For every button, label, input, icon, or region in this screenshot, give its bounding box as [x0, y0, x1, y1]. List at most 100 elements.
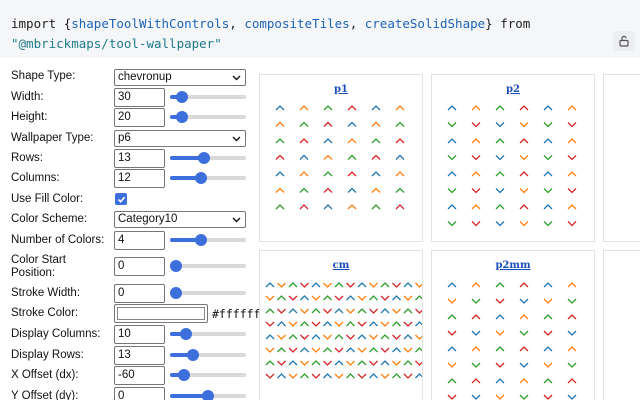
columns-input[interactable]: 12: [114, 169, 165, 188]
columns-slider[interactable]: [170, 172, 246, 184]
chevron-up-icon: [471, 138, 481, 144]
chevron-up-icon: [495, 314, 505, 320]
y-offset-slider[interactable]: [170, 390, 246, 400]
tile-title[interactable]: p1: [260, 84, 422, 95]
color-start-input[interactable]: 0: [114, 257, 165, 276]
chevron-up-icon: [395, 171, 405, 177]
chevron-up-icon: [346, 295, 355, 301]
y-offset-input[interactable]: 0: [114, 387, 165, 400]
chevron-up-icon: [415, 360, 422, 366]
chevron-up-icon: [519, 282, 529, 288]
chevron-up-icon: [495, 346, 505, 352]
shape-type-select[interactable]: chevronup: [114, 69, 246, 86]
chevron-up-icon: [567, 314, 577, 320]
width-input[interactable]: 30: [114, 88, 165, 107]
display-columns-slider[interactable]: [170, 328, 246, 340]
display-columns-input[interactable]: 10: [114, 325, 165, 344]
slider-thumb[interactable]: [178, 369, 191, 381]
slider-thumb[interactable]: [180, 328, 193, 340]
number-of-colors-input[interactable]: 4: [114, 231, 165, 250]
chevron-up-icon: [346, 360, 355, 366]
chevron-up-icon: [311, 373, 321, 379]
wallpaper-type-select[interactable]: p6: [114, 130, 246, 147]
use-fill-color-checkbox[interactable]: [115, 193, 127, 205]
chevron-up-icon: [567, 394, 577, 400]
slider-thumb[interactable]: [197, 152, 210, 164]
chevron-up-icon: [357, 308, 367, 314]
color-scheme-select[interactable]: Category10: [114, 211, 246, 228]
chevron-up-icon: [265, 360, 275, 366]
chevron-up-icon: [357, 373, 367, 379]
height-input[interactable]: 20: [114, 108, 165, 127]
slider-thumb[interactable]: [170, 260, 182, 272]
chevron-up-icon: [323, 204, 333, 210]
chevron-up-icon: [495, 362, 505, 368]
stroke-width-input[interactable]: 0: [114, 284, 165, 303]
import-name: compositeTiles: [244, 16, 350, 31]
chevron-up-icon: [543, 330, 553, 336]
height-slider[interactable]: [170, 111, 246, 123]
chevron-up-icon: [299, 121, 309, 127]
chevron-up-icon: [543, 188, 553, 194]
chevron-up-icon: [323, 334, 332, 340]
stroke-color-hex: #ffffff: [212, 307, 261, 321]
import-name: shapeToolWithControls: [71, 16, 230, 31]
width-slider[interactable]: [170, 91, 246, 103]
chevron-up-icon: [357, 360, 367, 366]
chevron-up-icon: [380, 321, 390, 327]
import-name: createSolidShape: [364, 16, 486, 31]
chevron-up-icon: [265, 308, 275, 314]
tile-title[interactable]: p2mm: [432, 260, 594, 271]
tile-title[interactable]: cm: [260, 260, 422, 271]
chevron-up-icon: [300, 282, 309, 288]
chevron-up-icon: [392, 373, 401, 379]
chevron-up-icon: [300, 373, 309, 379]
chevron-up-icon: [323, 308, 332, 314]
x-offset-input[interactable]: -60: [114, 366, 165, 385]
chevron-up-icon: [323, 347, 332, 353]
y-offset-label: Y Offset (dy):: [11, 390, 79, 400]
slider-thumb[interactable]: [202, 390, 214, 400]
chevron-up-icon: [369, 334, 378, 340]
chevron-up-icon: [415, 334, 422, 340]
chevron-up-icon: [380, 360, 390, 366]
chevron-up-icon: [357, 295, 367, 301]
slider-thumb[interactable]: [176, 91, 189, 103]
chevron-up-icon: [543, 362, 553, 368]
x-offset-slider[interactable]: [170, 369, 246, 381]
chevron-up-icon: [265, 334, 275, 340]
chevron-up-icon: [265, 373, 275, 379]
chevron-up-icon: [567, 346, 577, 352]
chevron-up-icon: [277, 360, 286, 366]
width-label: Width:: [11, 91, 44, 103]
chevron-up-icon: [403, 373, 413, 379]
slider-thumb[interactable]: [186, 349, 199, 361]
chevron-up-icon: [415, 282, 422, 288]
chevron-up-icon: [275, 187, 285, 193]
stroke-color-picker[interactable]: [114, 304, 208, 323]
chevron-up-icon: [311, 282, 321, 288]
tile-title[interactable]: p2: [432, 84, 594, 95]
chevron-up-icon: [567, 330, 577, 336]
slider-thumb[interactable]: [194, 172, 207, 184]
chevron-up-icon: [395, 154, 405, 160]
rows-slider[interactable]: [170, 152, 246, 164]
color-start-slider[interactable]: [170, 260, 246, 272]
slider-thumb[interactable]: [194, 234, 207, 246]
chevron-up-icon: [275, 105, 285, 111]
rows-input[interactable]: 13: [114, 149, 165, 168]
chevron-up-icon: [347, 187, 357, 193]
chevron-up-icon: [447, 188, 457, 194]
chevron-up-icon: [471, 221, 481, 227]
number-of-colors-slider[interactable]: [170, 234, 246, 246]
stroke-width-slider[interactable]: [170, 287, 246, 299]
chevron-up-icon: [288, 373, 298, 379]
brace-close: }: [485, 16, 493, 31]
chevron-up-icon: [395, 138, 405, 144]
slider-thumb[interactable]: [170, 287, 182, 299]
chevron-up-icon: [447, 204, 457, 210]
slider-thumb[interactable]: [176, 111, 189, 123]
copy-button[interactable]: [613, 31, 635, 51]
display-rows-slider[interactable]: [170, 349, 246, 361]
display-rows-input[interactable]: 13: [114, 346, 165, 365]
